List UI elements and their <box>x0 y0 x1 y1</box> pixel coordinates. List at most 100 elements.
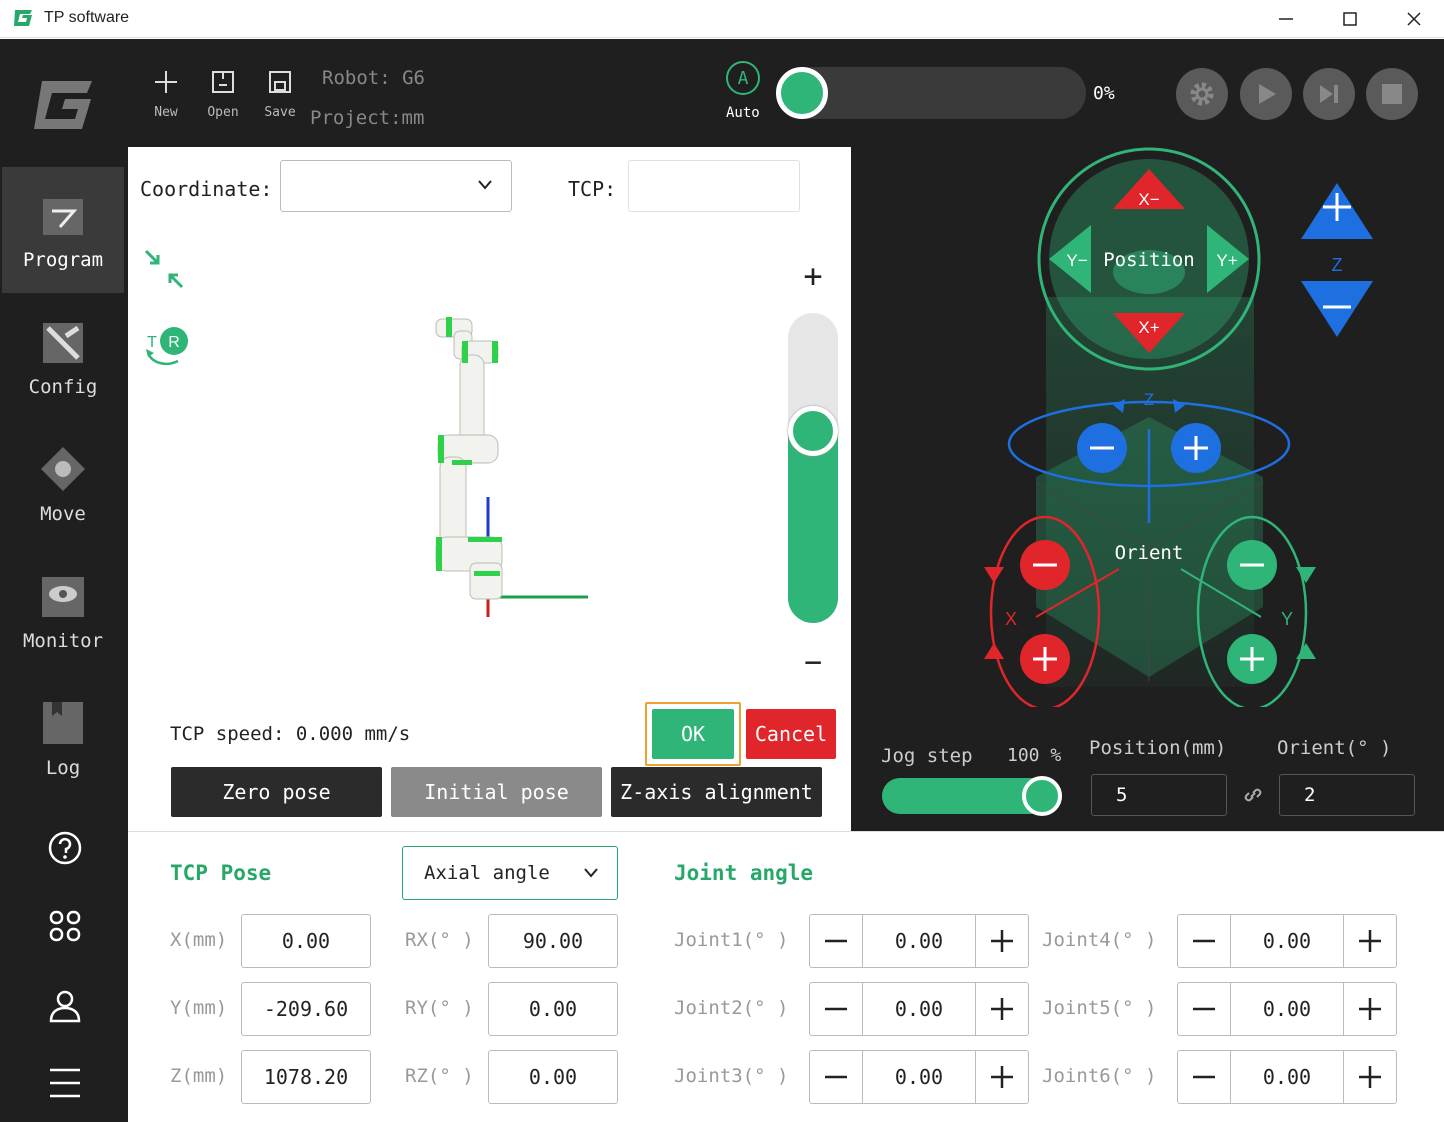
jog-step-label: Jog step <box>881 745 973 767</box>
pose-panel: TCP Pose Axial angle Joint angle X(mm) 0… <box>128 831 1444 1122</box>
jog-step-value: 100 % <box>1007 745 1062 766</box>
joint4-minus-button[interactable] <box>1178 915 1230 967</box>
joint3-minus-button[interactable] <box>810 1051 862 1103</box>
joint4-stepper: 0.00 <box>1177 914 1397 968</box>
play-button[interactable] <box>1240 68 1292 120</box>
mode-label: Auto <box>726 105 760 121</box>
minus-icon <box>825 939 847 943</box>
rx-field-label: RX(° ) <box>405 929 474 951</box>
plus-icon <box>991 1066 1013 1088</box>
initial-pose-button[interactable]: Initial pose <box>391 767 602 817</box>
sidebar-item-monitor[interactable]: Monitor <box>2 548 124 674</box>
z-field[interactable]: 1078.20 <box>241 1050 371 1104</box>
pose-mode-value: Axial angle <box>424 862 550 884</box>
link-icon[interactable] <box>1241 783 1265 807</box>
ok-button[interactable]: OK <box>652 709 734 759</box>
joint4-plus-button[interactable] <box>1344 915 1396 967</box>
sidebar-item-config[interactable]: Config <box>2 294 124 420</box>
open-button[interactable]: Open <box>203 69 243 120</box>
rotate-view-icon[interactable]: R T <box>142 323 192 369</box>
z-rotate-label: Z <box>1144 390 1154 409</box>
joint2-value[interactable]: 0.00 <box>862 983 976 1035</box>
close-button[interactable] <box>1382 0 1444 38</box>
x-field[interactable]: 0.00 <box>241 914 371 968</box>
viewer-panel: Coordinate: TCP: R T + − TCP speed: 0.00… <box>128 147 851 831</box>
x-plus-label: X+ <box>1138 318 1159 337</box>
speed-slider[interactable] <box>776 67 1086 119</box>
play-icon <box>1259 84 1276 104</box>
help-icon[interactable] <box>48 831 82 865</box>
stop-button[interactable] <box>1366 68 1418 120</box>
joint6-minus-button[interactable] <box>1178 1051 1230 1103</box>
menu-icon[interactable] <box>48 1067 82 1099</box>
mode-icon[interactable]: A <box>726 61 760 95</box>
cancel-button[interactable]: Cancel <box>746 709 836 759</box>
minus-icon <box>1193 939 1215 943</box>
joint4-value[interactable]: 0.00 <box>1230 915 1344 967</box>
minimize-button[interactable] <box>1254 0 1318 38</box>
rz-field[interactable]: 0.00 <box>488 1050 618 1104</box>
app-logo-icon <box>14 10 32 26</box>
stop-icon <box>1382 84 1402 104</box>
zoom-out-button[interactable]: − <box>790 639 836 685</box>
rz-value: 0.00 <box>528 1065 578 1089</box>
joint3-label: Joint3(° ) <box>674 1065 789 1087</box>
y-field[interactable]: -209.60 <box>241 982 371 1036</box>
sidebar-item-program[interactable]: Program <box>2 167 124 293</box>
joint1-value-text: 0.00 <box>894 929 944 953</box>
pose-mode-select[interactable]: Axial angle <box>402 846 618 900</box>
new-button[interactable]: New <box>146 69 186 120</box>
joint2-minus-button[interactable] <box>810 983 862 1035</box>
tcp-field[interactable] <box>628 160 800 212</box>
joint5-stepper: 0.00 <box>1177 982 1397 1036</box>
log-icon <box>43 702 83 744</box>
joint5-plus-button[interactable] <box>1344 983 1396 1035</box>
jog-step-handle[interactable] <box>1022 776 1062 816</box>
joint3-value[interactable]: 0.00 <box>862 1051 976 1103</box>
zero-pose-button[interactable]: Zero pose <box>171 767 382 817</box>
settings-button[interactable] <box>1176 68 1228 120</box>
joint4-label: Joint4(° ) <box>1042 929 1157 951</box>
coordinate-select[interactable] <box>280 160 512 212</box>
rx-field[interactable]: 90.00 <box>488 914 618 968</box>
user-icon[interactable] <box>48 989 82 1023</box>
progress-label: 0% <box>1093 83 1115 104</box>
save-button[interactable]: Save <box>260 69 300 120</box>
robot-arm-model <box>435 317 588 617</box>
joint5-value[interactable]: 0.00 <box>1230 983 1344 1035</box>
z-axis-alignment-label: Z-axis alignment <box>620 780 813 804</box>
joint1-label: Joint1(° ) <box>674 929 789 951</box>
window-title: TP software <box>44 9 130 26</box>
joint6-value[interactable]: 0.00 <box>1230 1051 1344 1103</box>
open-file-icon <box>212 71 234 93</box>
z-minus-button[interactable] <box>1301 281 1373 337</box>
joint6-plus-button[interactable] <box>1344 1051 1396 1103</box>
joint1-value[interactable]: 0.00 <box>862 915 976 967</box>
initial-pose-label: Initial pose <box>424 780 569 804</box>
apps-icon[interactable] <box>48 909 82 943</box>
open-label: Open <box>207 105 239 120</box>
zoom-slider-handle[interactable] <box>788 406 838 456</box>
ry-field[interactable]: 0.00 <box>488 982 618 1036</box>
joint1-minus-button[interactable] <box>810 915 862 967</box>
ry-label: Y <box>1281 609 1293 629</box>
step-button[interactable] <box>1303 68 1355 120</box>
y-field-label: Y(mm) <box>170 997 228 1019</box>
zoom-in-button[interactable]: + <box>790 253 836 299</box>
joint1-plus-button[interactable] <box>976 915 1028 967</box>
joint2-plus-button[interactable] <box>976 983 1028 1035</box>
sidebar-item-log[interactable]: Log <box>2 675 124 801</box>
z-axis-alignment-button[interactable]: Z-axis alignment <box>611 767 822 817</box>
zoom-slider[interactable] <box>788 313 838 623</box>
joint5-minus-button[interactable] <box>1178 983 1230 1035</box>
joint6-stepper: 0.00 <box>1177 1050 1397 1104</box>
fit-view-icon[interactable] <box>142 247 186 291</box>
joint3-plus-button[interactable] <box>976 1051 1028 1103</box>
maximize-button[interactable] <box>1318 0 1382 38</box>
rotate-r-letter: R <box>168 334 180 351</box>
zoom-out-label: − <box>803 644 823 680</box>
speed-slider-handle[interactable] <box>776 67 828 119</box>
sidebar-item-move[interactable]: Move <box>2 421 124 547</box>
orient-step-input[interactable]: 2 <box>1279 774 1415 816</box>
position-step-input[interactable]: 5 <box>1091 774 1227 816</box>
